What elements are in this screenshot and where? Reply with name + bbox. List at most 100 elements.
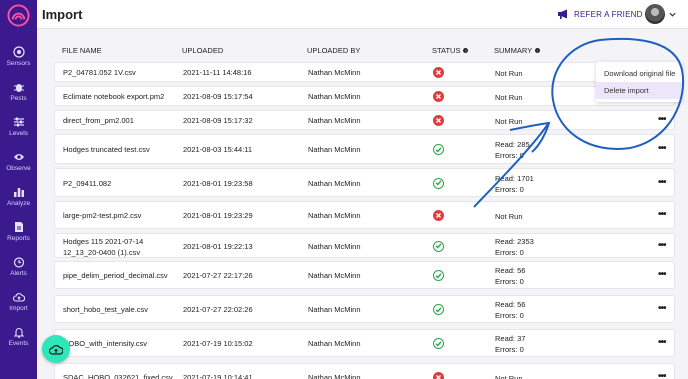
more-actions-icon[interactable]: ••• (658, 114, 666, 125)
sidebar-item-alerts[interactable]: Alerts (0, 256, 37, 277)
column-header-uploaded: UPLOADED (182, 46, 224, 55)
summary-cell: Read: 37 Errors: 0 (495, 333, 525, 355)
table-row[interactable]: short_hobo_test_yale.csv 2021-07-27 22:02… (54, 295, 675, 323)
sidebar-item-label: Reports (7, 235, 30, 242)
more-actions-icon[interactable]: ••• (658, 337, 666, 348)
table-row[interactable]: Hodges truncated test.csv 2021-08-03 15:4… (54, 134, 675, 164)
more-actions-icon[interactable]: ••• (658, 177, 666, 188)
uploaded-timestamp: 2021-08-01 19:22:13 (183, 241, 253, 251)
summary-line: Not Run (495, 69, 523, 78)
uploaded-timestamp: 2021-07-19 10:15:02 (183, 339, 253, 348)
status-cell (433, 210, 444, 221)
summary-cell: Read: 285 Errors: 0 (495, 139, 530, 161)
sidebar-item-reports[interactable]: Reports (0, 221, 37, 242)
table-row[interactable]: pipe_delim_period_decimal.csv 2021-07-27 … (54, 261, 675, 289)
table-row[interactable]: Eclimate notebook export.pm2 2021-08-09 1… (54, 86, 675, 106)
table-row[interactable]: HOBO_with_intensity.csv 2021-07-19 10:15:… (54, 329, 675, 357)
table-row[interactable]: P2_09411.082 2021-08-01 19:23:58 Nathan Mc… (54, 168, 675, 197)
more-actions-icon[interactable]: ••• (658, 209, 666, 220)
summary-errors-line: Errors: 0 (495, 247, 524, 257)
file-name: SDAC_HOBO_032621_fixed.csv (63, 373, 173, 379)
success-check-icon (433, 144, 444, 155)
status-cell (433, 91, 444, 102)
success-check-icon (433, 304, 444, 315)
import-list: FILE NAME UPLOADED UPLOADED BY STATUS i … (37, 29, 688, 379)
error-x-icon (433, 210, 444, 221)
error-x-icon (433, 67, 444, 78)
table-row[interactable]: Hodges 115 2021-07-14 12_13_20-0400 (1).… (54, 233, 675, 258)
more-actions-icon[interactable]: ••• (658, 371, 666, 379)
eye-icon (13, 154, 24, 160)
menu-item-delete-import[interactable]: Delete import (596, 82, 682, 99)
more-actions-icon[interactable]: ••• (658, 303, 666, 314)
table-row[interactable]: P2_04781.052 1V.csv 2021-11-11 14:48:16 Na… (54, 62, 675, 82)
summary-cell: Read: 1701 Errors: 0 (495, 173, 534, 195)
more-actions-icon[interactable]: ••• (658, 240, 666, 251)
uploaded-by: Nathan McMinn (308, 305, 361, 314)
cloud-upload-icon (12, 293, 25, 302)
error-x-icon (433, 91, 444, 102)
sidebar: Sensors Pests Levels Observe Analyze Rep… (0, 0, 37, 379)
table-row[interactable]: large-pm2-test.pm2.csv 2021-08-01 19:23:2… (54, 201, 675, 229)
file-name: pipe_delim_period_decimal.csv (63, 271, 168, 280)
uploaded-timestamp: 2021-08-01 19:23:29 (183, 211, 253, 220)
summary-line: Not Run (495, 93, 523, 102)
sidebar-item-label: Analyze (6, 200, 31, 207)
uploaded-by: Nathan McMinn (308, 211, 361, 220)
upload-fab-button[interactable] (42, 335, 70, 363)
sidebar-item-observe[interactable]: Observe (0, 151, 37, 172)
sensors-icon (12, 46, 25, 58)
file-name: P2_09411.082 (63, 178, 112, 188)
sidebar-item-pests[interactable]: Pests (0, 81, 37, 102)
avatar[interactable] (645, 4, 665, 24)
sidebar-item-import[interactable]: Import (0, 291, 37, 312)
summary-cell: Not Run (495, 92, 523, 103)
sidebar-item-analyze[interactable]: Analyze (0, 186, 37, 207)
page-title: Import (42, 7, 83, 22)
column-header-summary: SUMMARY i (494, 46, 541, 55)
info-icon[interactable]: i (535, 48, 541, 53)
bell-icon (13, 328, 24, 338)
uploaded-timestamp: 2021-07-27 22:02:26 (183, 305, 253, 314)
document-icon (14, 222, 23, 232)
summary-cell: Not Run (495, 373, 523, 379)
success-check-icon (433, 240, 444, 252)
top-bar: Import REFER A FRIEND (37, 0, 688, 29)
megaphone-icon (558, 9, 567, 19)
refer-a-friend-link[interactable]: REFER A FRIEND (557, 9, 643, 19)
uploaded-by: Nathan McMinn (308, 178, 361, 188)
status-header-label: STATUS (432, 46, 461, 55)
more-actions-icon[interactable]: ••• (658, 143, 666, 154)
uploaded-by: Nathan McMinn (308, 241, 361, 251)
more-actions-icon[interactable]: ••• (658, 269, 666, 280)
summary-errors-line: Errors: 0 (495, 184, 524, 194)
status-cell (433, 270, 444, 281)
uploaded-by: Nathan McMinn (308, 373, 361, 379)
table-row[interactable]: SDAC_HOBO_032621_fixed.csv 2021-07-19 10:… (54, 363, 675, 379)
success-check-icon (433, 338, 444, 349)
sidebar-item-label: Observe (6, 165, 31, 172)
sidebar-item-sensors[interactable]: Sensors (0, 46, 37, 67)
sidebar-item-label: Pests (10, 95, 27, 102)
sidebar-item-label: Levels (9, 130, 28, 137)
file-name: Eclimate notebook export.pm2 (63, 92, 165, 101)
uploaded-timestamp: 2021-08-09 15:17:32 (183, 116, 253, 125)
status-cell (433, 67, 444, 78)
status-cell (433, 338, 444, 349)
sidebar-item-label: Events (8, 340, 29, 347)
sidebar-item-levels[interactable]: Levels (0, 116, 37, 137)
sidebar-item-events[interactable]: Events (0, 326, 37, 347)
menu-item-download-original[interactable]: Download original file (596, 65, 682, 82)
app-logo-icon[interactable] (7, 4, 30, 27)
uploaded-by: Nathan McMinn (308, 339, 361, 348)
file-name: large-pm2-test.pm2.csv (63, 211, 142, 220)
uploaded-by: Nathan McMinn (308, 271, 361, 280)
summary-cell: Not Run (495, 211, 523, 222)
summary-cell: Not Run (495, 116, 523, 127)
file-name: HOBO_with_intensity.csv (63, 339, 148, 348)
summary-cell: Read: 56 Errors: 0 (495, 299, 525, 321)
chevron-down-icon[interactable] (669, 11, 676, 18)
summary-errors-line: Errors: 0 (495, 277, 524, 286)
info-icon[interactable]: i (463, 48, 469, 53)
table-row[interactable]: direct_from_pm2.001 2021-08-09 15:17:32 Na… (54, 110, 675, 130)
